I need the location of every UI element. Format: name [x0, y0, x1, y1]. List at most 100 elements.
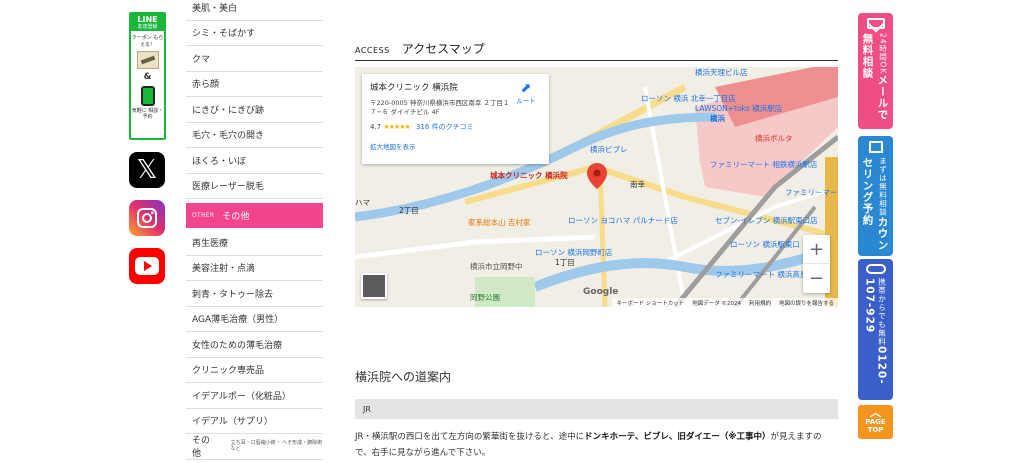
map-label: 家系総本山 吉村家 — [468, 218, 531, 227]
menu-item-label: その他 — [192, 436, 211, 460]
tel-label: 携帯からでも無料0120-107-929 — [864, 278, 888, 400]
map-label: 横浜市立岡野中 — [470, 262, 523, 271]
map-label: 横浜ポルタ — [755, 134, 793, 143]
menu-item[interactable]: 美肌・美白 — [186, 0, 323, 21]
map-label: 2丁目 — [399, 206, 419, 215]
line-friend-banner[interactable]: LINE 友達登録 クーポン もらえる！ & 気軽に 相談・予約 — [129, 12, 166, 140]
jr-section-bar: JR — [355, 399, 838, 419]
google-map[interactable]: 城本クリニック 横浜院 LAWSON+toks 横浜駅店 ローソン 横浜 北幸一… — [355, 67, 838, 307]
clinic-address: 〒220-0005 神奈川県横浜市西区南幸 ２丁目１７−６ ダイイチビル 4F — [370, 99, 510, 117]
menu-item[interactable]: AGA薄毛治療（男性） — [186, 307, 323, 332]
mail-icon — [866, 18, 885, 30]
line-coupon-text: クーポン もらえる！ — [131, 35, 164, 48]
directions-text: JR・横浜駅の西口を出て左方向の繁華街を抜けると、途中にドンキホーテ、ビブレ、旧… — [355, 429, 838, 461]
tel-sub: 携帯からでも無料 — [877, 278, 887, 347]
counseling-label: まずは無料相談カウンセリング予約 — [861, 157, 891, 256]
map-label: ハマ — [355, 198, 370, 207]
rating-value: 4.7 — [370, 122, 382, 131]
menu-item[interactable]: シミ・そばかす — [186, 21, 323, 46]
menu-item[interactable]: ほくろ・いぼ — [186, 148, 323, 174]
reviews-link[interactable]: 316 件のクチコミ — [416, 123, 474, 131]
access-title-en: ACCESS — [355, 46, 390, 55]
counseling-button[interactable]: まずは無料相談カウンセリング予約 — [858, 136, 893, 256]
menu-section-other: OTHER その他 — [186, 203, 323, 228]
map-label: LAWSON+toks 横浜駅店 — [695, 104, 783, 113]
smartphone-icon — [140, 85, 155, 106]
line-consult-text: 気軽に 相談・予約 — [131, 107, 164, 121]
route-label: ルート — [516, 97, 536, 105]
page-top-button[interactable]: ︿ PAGE TOP — [858, 405, 893, 439]
google-logo: Google — [583, 287, 619, 297]
map-label: セブン-イレブン 横浜駅東口店 — [715, 216, 818, 225]
line-subtitle: 友達登録 — [137, 23, 158, 30]
mail-consult-button[interactable]: 24時間OKメールで無料相談 — [858, 13, 893, 129]
map-label: 1丁目 — [555, 258, 575, 267]
directions-icon: ⬈ — [520, 81, 532, 96]
menu-item[interactable]: 女性のための薄毛治療 — [186, 332, 323, 358]
x-twitter-icon[interactable]: 𝕏 — [129, 152, 165, 188]
menu-item[interactable]: 再生医療 — [186, 230, 323, 256]
map-label: 横浜 — [710, 114, 725, 123]
attrib-report[interactable]: 地図の誤りを報告する — [779, 299, 834, 307]
counseling-sub: まずは無料相談 — [878, 157, 888, 217]
map-attribution: キーボード ショートカット 地図データ ©2024 利用規約 地図の誤りを報告す… — [612, 298, 838, 307]
menu-item[interactable]: 美容注射・点滴 — [186, 256, 323, 281]
menu-item-other[interactable]: その他 立ち耳・口唇縮小術・ へそ形成・臍除術など — [186, 434, 323, 460]
map-pin-label: 城本クリニック 横浜院 — [490, 171, 568, 180]
menu-section-en: OTHER — [192, 212, 215, 219]
access-header: ACCESS アクセスマップ — [355, 40, 838, 61]
menu-item[interactable]: 毛穴・毛穴の開き — [186, 123, 323, 148]
map-label: ローソン 横浜駅東口 — [730, 240, 800, 249]
access-title-ja: アクセスマップ — [401, 42, 485, 56]
guide-title: 横浜院への道案内 — [355, 370, 452, 384]
document-icon — [868, 141, 883, 154]
pagetop-line2: TOP — [867, 425, 884, 434]
map-label: 岡野公園 — [470, 293, 500, 302]
youtube-icon[interactable] — [129, 248, 165, 284]
mail-consult-label: 24時間OKメールで無料相談 — [861, 33, 891, 129]
directions-text-before: JR・横浜駅の西口を出て左方向の繁華街を抜けると、途中に — [355, 432, 585, 442]
menu-item[interactable]: クマ — [186, 46, 323, 72]
map-label: 横浜ビブレ — [590, 145, 628, 154]
line-banner-body: クーポン もらえる！ & 気軽に 相談・予約 — [131, 31, 164, 121]
map-label: 南幸 — [630, 180, 645, 189]
instagram-icon[interactable] — [129, 200, 165, 236]
menu-section-ja: その他 — [222, 212, 250, 222]
menu-item[interactable]: 医療レーザー脱毛 — [186, 174, 323, 199]
map-label: ファミリーマート 横浜高島一丁目 — [785, 188, 838, 197]
map-label: ローソン 横浜 北幸一丁目店 — [641, 94, 736, 103]
map-info-card: 城本クリニック 横浜院 〒220-0005 神奈川県横浜市西区南幸 ２丁目１７−… — [362, 74, 549, 164]
menu-item[interactable]: にきび・にきび跡 — [186, 97, 323, 123]
tel-button[interactable]: 携帯からでも無料0120-107-929 — [858, 259, 893, 400]
enlarge-map-link[interactable]: 拡大地図を表示 — [370, 141, 541, 151]
social-links: LINE 友達登録 クーポン もらえる！ & 気軽に 相談・予約 𝕏 — [129, 12, 166, 284]
line-banner-header: LINE 友達登録 — [131, 14, 164, 32]
menu-item[interactable]: イデアル（サプリ） — [186, 409, 323, 434]
coupon-icon — [136, 51, 159, 70]
zoom-out-button[interactable]: − — [803, 264, 830, 293]
freedial-icon — [865, 264, 886, 275]
satellite-toggle[interactable] — [361, 273, 387, 299]
star-icon: ★★★★★ — [383, 122, 410, 131]
menu-item-sub: 立ち耳・口唇縮小術・ へそ形成・臍除術など — [230, 440, 323, 453]
line-amp: & — [143, 72, 152, 83]
line-title: LINE — [137, 15, 158, 24]
menu-item[interactable]: 刺青・タトゥー除去 — [186, 281, 323, 307]
map-label: ローソン ヨコハマ パルナード店 — [568, 216, 678, 225]
attrib-data: 地図データ ©2024 — [692, 300, 741, 307]
menu-item[interactable]: イデアルポー（化粧品） — [186, 383, 323, 409]
route-button[interactable]: ⬈ ルート — [511, 82, 541, 105]
menu-item[interactable]: クリニック専売品 — [186, 358, 323, 383]
clinic-rating: 4.7 ★★★★★ 316 件のクチコミ — [370, 122, 541, 132]
map-zoom-control: + − — [803, 235, 830, 293]
treatment-menu: 美肌・美白 シミ・そばかす クマ 赤ら顔 にきび・にきび跡 毛穴・毛穴の開き ほ… — [186, 0, 323, 460]
attrib-shortcuts[interactable]: キーボード ショートカット — [616, 299, 684, 307]
map-label: ファミリーマート 相鉄横浜駅店 — [710, 160, 818, 169]
mail-sub: 24時間OK — [878, 33, 888, 75]
map-label: 横浜天理ビル店 — [695, 68, 748, 77]
directions-landmarks: ドンキホーテ、ビブレ、旧ダイエー（※工事中） — [584, 432, 771, 442]
zoom-in-button[interactable]: + — [803, 235, 830, 264]
attrib-terms[interactable]: 利用規約 — [749, 299, 771, 307]
access-title: ACCESS アクセスマップ — [355, 40, 838, 61]
menu-item[interactable]: 赤ら顔 — [186, 72, 323, 97]
